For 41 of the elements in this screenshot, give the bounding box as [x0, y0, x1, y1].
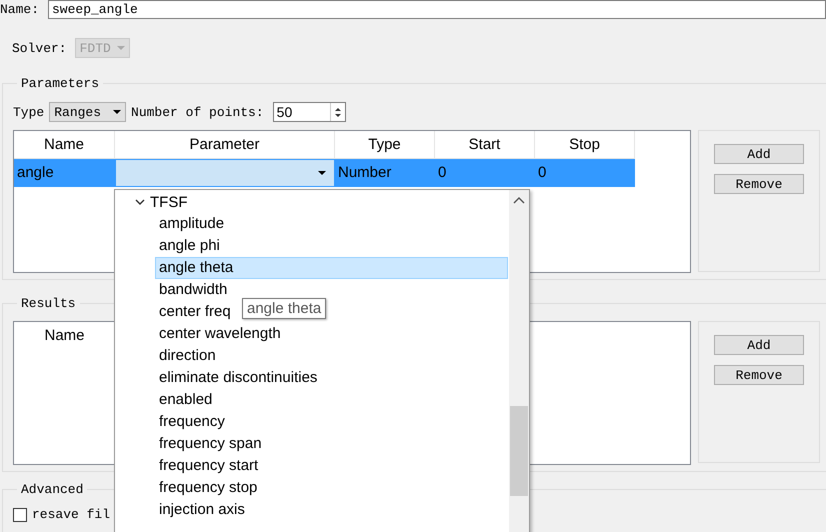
result-button[interactable]: Remove	[714, 365, 804, 385]
table-cell[interactable]: angle	[14, 159, 115, 187]
table-cell[interactable]: 0	[535, 159, 635, 187]
tree-item[interactable]: injection axis	[155, 499, 246, 521]
results-title: Results	[20, 296, 77, 311]
tree-item[interactable]: amplitude	[155, 213, 226, 235]
tree-item[interactable]: frequency span	[155, 433, 263, 455]
tree-item[interactable]: angle theta	[155, 257, 508, 279]
scrollbar[interactable]	[509, 190, 529, 532]
checkbox[interactable]	[13, 508, 27, 522]
tree-item[interactable]: center freq	[155, 301, 232, 323]
tree-item[interactable]: direction	[155, 345, 217, 367]
tree-item[interactable]: angle phi	[155, 235, 221, 257]
tree-item[interactable]: enabled	[155, 389, 214, 411]
name-label: Name:	[0, 2, 40, 17]
type-label: Type	[13, 104, 44, 120]
tree-item[interactable]: frequency	[155, 411, 226, 433]
result-button[interactable]: Add	[714, 335, 804, 355]
solver-label: Solver:	[12, 40, 67, 56]
checkbox-label: resave fil	[32, 507, 110, 522]
points-label: Number of points:	[131, 104, 264, 120]
type-dropdown[interactable]: Ranges	[49, 102, 126, 122]
tooltip: angle theta	[242, 298, 326, 319]
scroll-thumb[interactable]	[510, 406, 528, 496]
parameter-button[interactable]: Add	[714, 144, 804, 164]
table-cell[interactable]: Number	[335, 159, 435, 187]
tree-item[interactable]: frequency start	[155, 455, 260, 477]
parameter-button[interactable]: Remove	[714, 174, 804, 194]
tree-item[interactable]: bandwidth	[155, 279, 228, 301]
parameters-title: Parameters	[20, 76, 100, 91]
advanced-title: Advanced	[20, 482, 84, 497]
table-cell[interactable]: 0	[435, 159, 535, 187]
tree-item[interactable]: frequency stop	[155, 477, 258, 499]
column-header[interactable]: Name	[14, 322, 115, 349]
tree-item[interactable]: eliminate discontinuities	[155, 367, 318, 389]
scroll-up-icon[interactable]	[513, 196, 525, 204]
chevron-down-icon[interactable]	[135, 198, 145, 206]
tree-node[interactable]: TFSF	[150, 194, 188, 210]
tree-item[interactable]: center wavelength	[155, 323, 282, 345]
points-field[interactable]: 50	[272, 102, 346, 122]
name-field[interactable]: sweep_angle	[48, 0, 826, 19]
